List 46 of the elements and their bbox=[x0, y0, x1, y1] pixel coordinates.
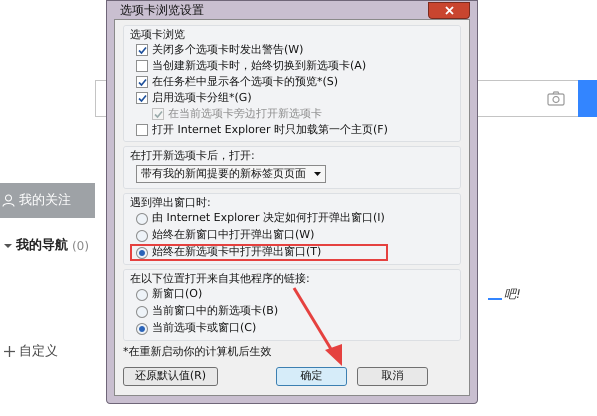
radio-label: 当前选项卡或窗口(C) bbox=[152, 320, 256, 336]
window-title: 选项卡浏览设置 bbox=[119, 2, 204, 19]
person-icon bbox=[2, 194, 15, 207]
checkbox-label: 打开 Internet Explorer 时只加载第一个主页(F) bbox=[152, 122, 388, 138]
camera-icon bbox=[547, 91, 565, 106]
hint-text: 吧! bbox=[504, 286, 521, 303]
nav-count: (0) bbox=[72, 238, 89, 255]
add-custom-link[interactable]: 自定义 bbox=[19, 342, 58, 362]
plus-icon bbox=[4, 346, 15, 358]
dialog-button[interactable]: 还原默认值(R) bbox=[123, 367, 218, 386]
new-tab-dropdown[interactable]: 带有我的新闻提要的新标签页页面 bbox=[136, 165, 326, 183]
group-title: 遇到弹出窗口时: bbox=[130, 195, 212, 210]
restart-note: *在重新启动你的计算机后生效 bbox=[123, 344, 272, 360]
radio-label: 始终在新选项卡中打开弹出窗口(T) bbox=[152, 244, 322, 260]
radio-button[interactable] bbox=[136, 212, 148, 224]
checkbox[interactable] bbox=[136, 44, 148, 56]
checkbox-label: 启用选项卡分组*(G) bbox=[152, 90, 252, 106]
radio-button[interactable] bbox=[136, 246, 148, 258]
group-title: 在打开新选项卡后，打开: bbox=[130, 148, 256, 163]
close-icon bbox=[444, 6, 454, 14]
checkbox[interactable] bbox=[136, 76, 148, 88]
dialog-button[interactable]: 取消 bbox=[357, 367, 428, 386]
radio-label: 当前窗口中的新选项卡(B) bbox=[152, 303, 278, 320]
checkbox[interactable] bbox=[136, 60, 148, 72]
checkbox-label: 在当前选项卡旁边打开新选项卡 bbox=[168, 106, 322, 122]
checkbox-label: 在任务栏中显示各个选项卡的预览*(S) bbox=[152, 74, 338, 90]
sidebar-label: 我的关注 bbox=[19, 192, 71, 210]
dialog-button[interactable]: 确定 bbox=[276, 367, 347, 386]
radio-button[interactable] bbox=[136, 288, 148, 300]
radio-label: 始终在新窗口中打开弹出窗口(W) bbox=[152, 227, 314, 244]
checkbox[interactable] bbox=[136, 124, 148, 136]
radio-button[interactable] bbox=[136, 322, 148, 334]
checkbox-label: 关闭多个选项卡时发出警告(W) bbox=[152, 42, 304, 58]
radio-label: 由 Internet Explorer 决定如何打开弹出窗口(I) bbox=[152, 210, 385, 226]
close-button[interactable] bbox=[428, 2, 470, 18]
checkbox-label: 当创建新选项卡时，始终切换到新选项卡(A) bbox=[152, 58, 366, 74]
nav-heading: 我的导航 bbox=[16, 236, 68, 255]
radio-button[interactable] bbox=[136, 230, 148, 242]
radio-button[interactable] bbox=[136, 306, 148, 318]
group-title: 在以下位置打开来自其他程序的链接: bbox=[130, 271, 311, 286]
checkbox[interactable] bbox=[136, 92, 148, 104]
group-title: 选项卡浏览 bbox=[130, 27, 186, 42]
check-icon bbox=[138, 46, 146, 54]
dropdown-arrow-icon bbox=[314, 172, 321, 176]
radio-label: 新窗口(O) bbox=[152, 286, 202, 302]
caret-icon[interactable] bbox=[4, 242, 12, 249]
